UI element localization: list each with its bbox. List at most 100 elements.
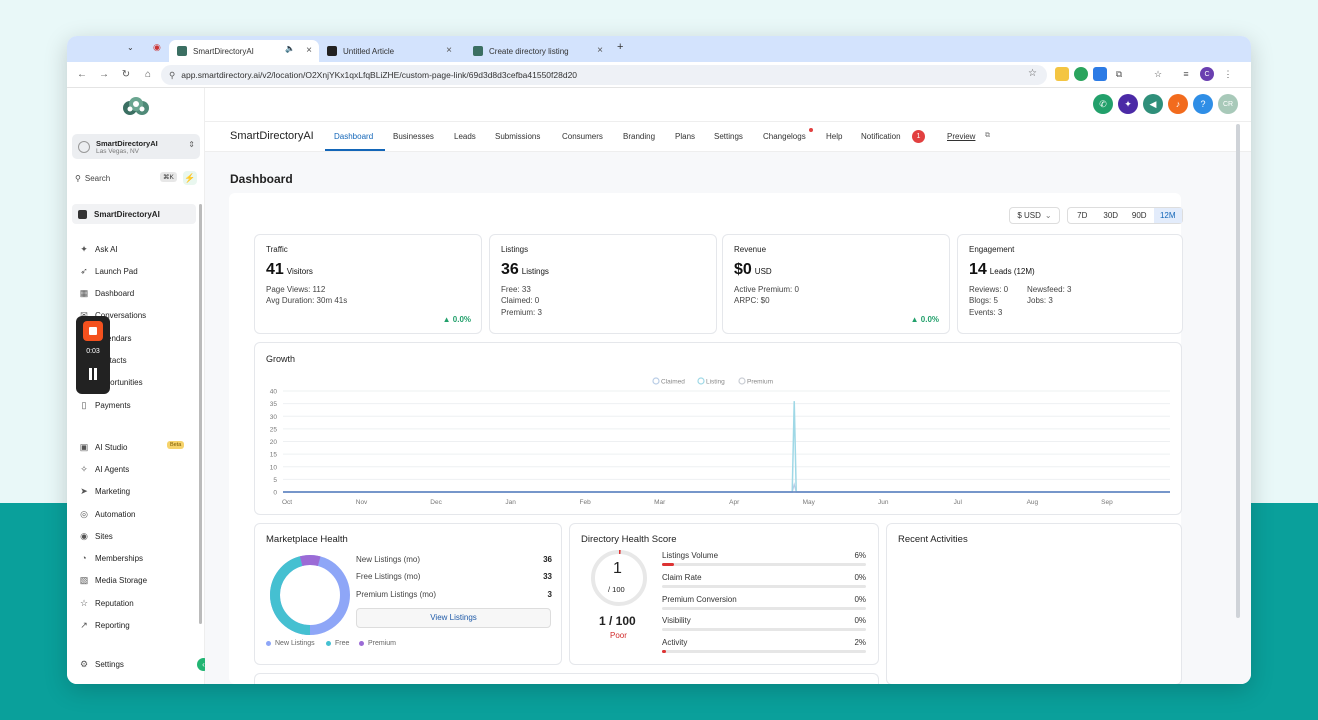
sidebar-item-sites[interactable]: ◉ Sites: [78, 528, 113, 544]
tab-search-icon[interactable]: ⌄: [127, 43, 134, 52]
sidebar-item-ai-agents[interactable]: ✧ AI Agents: [78, 461, 129, 477]
tab-leads[interactable]: Leads: [454, 132, 476, 141]
tab-branding[interactable]: Branding: [623, 132, 655, 141]
close-icon[interactable]: ×: [446, 45, 452, 56]
row-value: 3: [547, 590, 552, 599]
record-icon[interactable]: ◉: [153, 42, 161, 53]
home-icon[interactable]: ⌂: [137, 69, 159, 80]
new-tab-icon[interactable]: +: [617, 41, 623, 53]
back-icon[interactable]: ←: [71, 69, 93, 80]
sidebar-item-label: Reputation: [95, 598, 134, 608]
sidebar-item-media-storage[interactable]: ▧ Media Storage: [78, 572, 147, 588]
bell-icon[interactable]: ♪: [1168, 94, 1188, 114]
range-12m[interactable]: 12M: [1153, 208, 1182, 223]
marketplace-health-card: Marketplace Health New Listings (mo) 36 F…: [254, 523, 562, 665]
close-icon[interactable]: ×: [306, 45, 312, 56]
extensions-puzzle-icon[interactable]: ⧉: [1112, 67, 1126, 81]
range-7d[interactable]: 7D: [1068, 208, 1097, 223]
tab-submissions[interactable]: Submissions: [495, 132, 540, 141]
recent-activities-card: Recent Activities: [886, 523, 1182, 684]
account-switcher[interactable]: SmartDirectoryAI Las Vegas, NV ⇕: [72, 134, 200, 159]
premium-listings-row: Premium Listings (mo) 3: [356, 590, 552, 599]
tab-smartdirectory[interactable]: SmartDirectoryAI 🔈 ×: [169, 40, 319, 62]
workspace-item[interactable]: SmartDirectoryAI: [72, 204, 196, 224]
tab-businesses[interactable]: Businesses: [393, 132, 434, 141]
bookmarks-icon[interactable]: ☆: [1151, 67, 1165, 81]
tab-changelogs[interactable]: Changelogs: [763, 132, 806, 141]
currency-select[interactable]: $ USD ⌄: [1009, 207, 1060, 224]
revenue-number: $0: [734, 261, 752, 278]
trend-icon: ↗: [80, 619, 88, 630]
ai-sparkle-icon[interactable]: ✦: [1118, 94, 1138, 114]
workspace-label: SmartDirectoryAI: [94, 209, 160, 219]
address-bar[interactable]: ⚲ app.smartdirectory.ai/v2/location/O2Xn…: [161, 65, 1047, 85]
tab-dashboard[interactable]: Dashboard: [334, 132, 373, 141]
megaphone-icon[interactable]: ◀: [1143, 94, 1163, 114]
close-icon[interactable]: ×: [597, 45, 603, 56]
sidebar-item-label: Payments: [95, 400, 131, 410]
brand-name: SmartDirectoryAI: [230, 130, 314, 142]
media-queue-icon[interactable]: ≡: [1179, 67, 1193, 81]
sidebar-item-label: Media Storage: [95, 575, 148, 585]
main-scrollbar[interactable]: [1236, 124, 1240, 618]
sidebar-item-automation[interactable]: ◎ Automation: [78, 506, 135, 522]
row-label: Premium Listings (mo): [356, 590, 437, 599]
sidebar-item-reporting[interactable]: ↗ Reporting: [78, 617, 129, 633]
sidebar-item-settings[interactable]: ⚙ Settings: [78, 656, 124, 672]
sidebar-item-dashboard[interactable]: ▦ Dashboard: [78, 285, 134, 301]
tab-untitled-article[interactable]: Untitled Article ×: [319, 40, 459, 62]
metric-pct: 0%: [854, 616, 866, 625]
series-line-claimed: [283, 482, 1170, 493]
tab-strip: ⌄ ◉ SmartDirectoryAI 🔈 × Untitled Articl…: [67, 36, 1251, 62]
menu-kebab-icon[interactable]: ⋮: [1221, 67, 1235, 81]
search-icon: ⚲: [75, 173, 81, 183]
extension-ai-icon[interactable]: [1093, 67, 1107, 81]
metric-fill: [662, 650, 667, 653]
stop-recording-button[interactable]: [83, 321, 103, 341]
rocket-icon: ➶: [80, 265, 88, 276]
tab-consumers[interactable]: Consumers: [562, 132, 603, 141]
phone-icon[interactable]: ✆: [1093, 94, 1113, 114]
tab-notification[interactable]: Notification: [861, 132, 901, 141]
tab-preview[interactable]: Preview: [947, 132, 975, 141]
sidebar-item-memberships[interactable]: ◔ Memberships: [78, 550, 143, 566]
automation-icon: ◎: [80, 508, 88, 519]
range-30d[interactable]: 30D: [1097, 208, 1126, 223]
forward-icon[interactable]: →: [93, 69, 115, 80]
sidebar-item-payments[interactable]: ▯ Payments: [78, 397, 131, 413]
traffic-delta: ▲ 0.0%: [442, 315, 471, 324]
sidebar-item-label: Launch Pad: [95, 266, 138, 276]
sidebar-item-launch-pad[interactable]: ➶ Launch Pad: [78, 263, 138, 279]
directory-health-card: Directory Health Score 1 / 100 1 / 100 P…: [569, 523, 879, 665]
metric-label: Activity: [662, 638, 688, 647]
pause-icon[interactable]: [88, 368, 98, 380]
site-info-icon[interactable]: ⚲: [169, 70, 175, 81]
view-listings-button[interactable]: View Listings: [356, 608, 551, 628]
tab-create-listing[interactable]: Create directory listing ×: [465, 40, 610, 62]
arpc: ARPC: $0: [734, 296, 770, 305]
sidebar-item-marketing[interactable]: ➤ Marketing: [78, 483, 130, 499]
sidebar-item-label: AI Agents: [95, 464, 130, 474]
tab-help[interactable]: Help: [826, 132, 842, 141]
tab-plans[interactable]: Plans: [675, 132, 695, 141]
sidebar-item-ask-ai[interactable]: ✦ Ask AI: [78, 241, 118, 257]
sidebar-scrollbar[interactable]: [199, 204, 202, 624]
sidebar-item-reputation[interactable]: ☆ Reputation: [78, 595, 134, 611]
tab-settings[interactable]: Settings: [714, 132, 743, 141]
extension-folder-icon[interactable]: [1055, 67, 1069, 81]
extension-evernote-icon[interactable]: [1074, 67, 1088, 81]
quick-action-icon[interactable]: ⚡: [183, 171, 197, 185]
range-90d[interactable]: 90D: [1125, 208, 1154, 223]
revenue-unit: USD: [754, 267, 772, 276]
user-avatar[interactable]: CR: [1218, 94, 1238, 114]
revenue-delta: ▲ 0.0%: [910, 315, 939, 324]
bookmark-star-icon[interactable]: ☆: [1028, 68, 1037, 79]
help-icon[interactable]: ?: [1193, 94, 1213, 114]
sidebar-item-label: Ask AI: [95, 244, 118, 254]
reload-icon[interactable]: ↻: [115, 69, 137, 80]
growth-chart-card: Growth 0 5 10 15 20 25 30 35 40 Oct Nov Dec Jan Feb Ma…: [254, 342, 1182, 515]
sidebar-item-label: Marketing: [95, 486, 131, 496]
legend-marker: [738, 377, 746, 385]
sidebar-item-ai-studio[interactable]: ▣ AI Studio: [78, 439, 128, 455]
profile-icon[interactable]: C: [1200, 67, 1214, 81]
